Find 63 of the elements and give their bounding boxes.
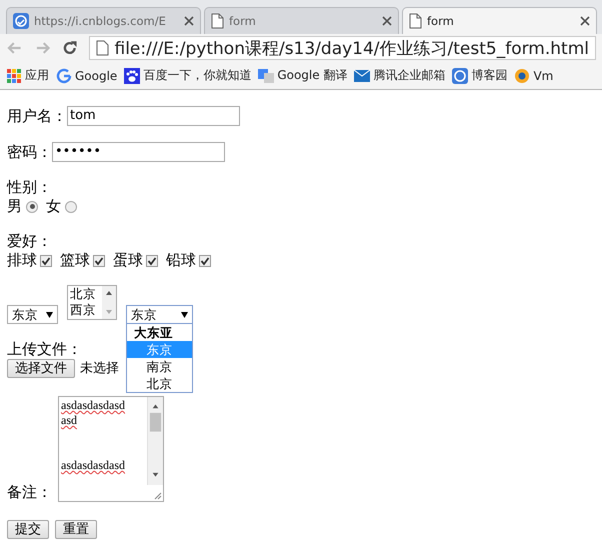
dropdown[interactable]: 东京 [126, 305, 193, 324]
field-label: 性别： [7, 178, 52, 197]
text-area[interactable]: asdasdasdasd asd asdasdasdasd [58, 396, 164, 502]
caret-icon [46, 312, 53, 318]
checkbox-label: 排球 [7, 251, 37, 270]
bookmark[interactable]: 博客园 [452, 67, 508, 84]
checkbox-label: 篮球 [60, 251, 90, 270]
resize-grip-icon[interactable] [153, 491, 162, 500]
bookmark[interactable]: 百度一下，你就知道 [124, 67, 252, 84]
envelope-icon [354, 68, 370, 84]
field-label: 爱好： [7, 232, 52, 251]
list-box[interactable]: 北京 西京 [67, 285, 117, 320]
apps-grid-icon [6, 68, 22, 84]
text-field[interactable]: tom [67, 106, 240, 126]
list-option[interactable]: 西京 [70, 302, 102, 318]
password-field[interactable]: •••••• [52, 142, 225, 162]
bookmark[interactable]: Google 翻译 [258, 67, 348, 84]
radio-label: 男 [7, 197, 22, 216]
page-icon [211, 13, 224, 29]
paw-icon [124, 68, 140, 84]
dropdown-option[interactable]: 南京 [127, 358, 192, 375]
field-label: 上传文件： [7, 340, 82, 359]
list-option[interactable]: 北京 [70, 286, 102, 302]
site-icon [13, 13, 29, 29]
checkbox[interactable] [40, 254, 52, 266]
page-icon [96, 40, 108, 56]
dropdown[interactable]: 东京 [7, 305, 58, 324]
choose-file-button[interactable]: 选择文件 [7, 359, 75, 378]
checkbox[interactable] [146, 254, 158, 266]
checkbox[interactable] [199, 254, 211, 266]
radio-button[interactable] [26, 200, 38, 212]
form-button[interactable]: 重置 [55, 520, 97, 539]
translate-icon [258, 68, 274, 84]
checkbox-label: 铅球 [166, 251, 196, 270]
circle-icon [514, 68, 530, 84]
google-g-icon [56, 68, 72, 84]
browser-tab[interactable]: form [204, 7, 399, 34]
option-group-label: 大东亚 [133, 324, 174, 341]
field-label: 密码： [7, 142, 52, 162]
field-label: 备注： [7, 483, 52, 502]
field-label: 用户名： [7, 106, 67, 126]
close-icon[interactable] [184, 16, 194, 26]
bookmark[interactable]: 腾讯企业邮箱 [354, 67, 446, 84]
scrollbar-icon[interactable] [102, 286, 116, 319]
checkbox-label: 蛋球 [113, 251, 143, 270]
radio-button[interactable] [65, 200, 77, 212]
dropdown-option[interactable]: 北京 [127, 375, 192, 392]
bookmark[interactable]: Google [56, 68, 118, 84]
checkbox[interactable] [93, 254, 105, 266]
scrollbar-icon[interactable] [147, 397, 163, 485]
file-status: 未选择 [80, 360, 119, 378]
browser-tab[interactable]: form [402, 7, 597, 34]
caret-icon [181, 312, 188, 318]
close-icon[interactable] [382, 16, 392, 26]
reload-icon[interactable] [61, 39, 78, 57]
bookmark[interactable]: Vm [514, 68, 554, 84]
browser-tab[interactable]: https://i.cnblogs.com/E [6, 7, 201, 34]
site-icon [452, 68, 468, 84]
bookmark[interactable]: 应用 [6, 67, 49, 84]
page-icon [409, 13, 422, 29]
radio-label: 女 [46, 197, 61, 216]
form-button[interactable]: 提交 [7, 520, 49, 539]
close-icon[interactable] [580, 16, 590, 26]
